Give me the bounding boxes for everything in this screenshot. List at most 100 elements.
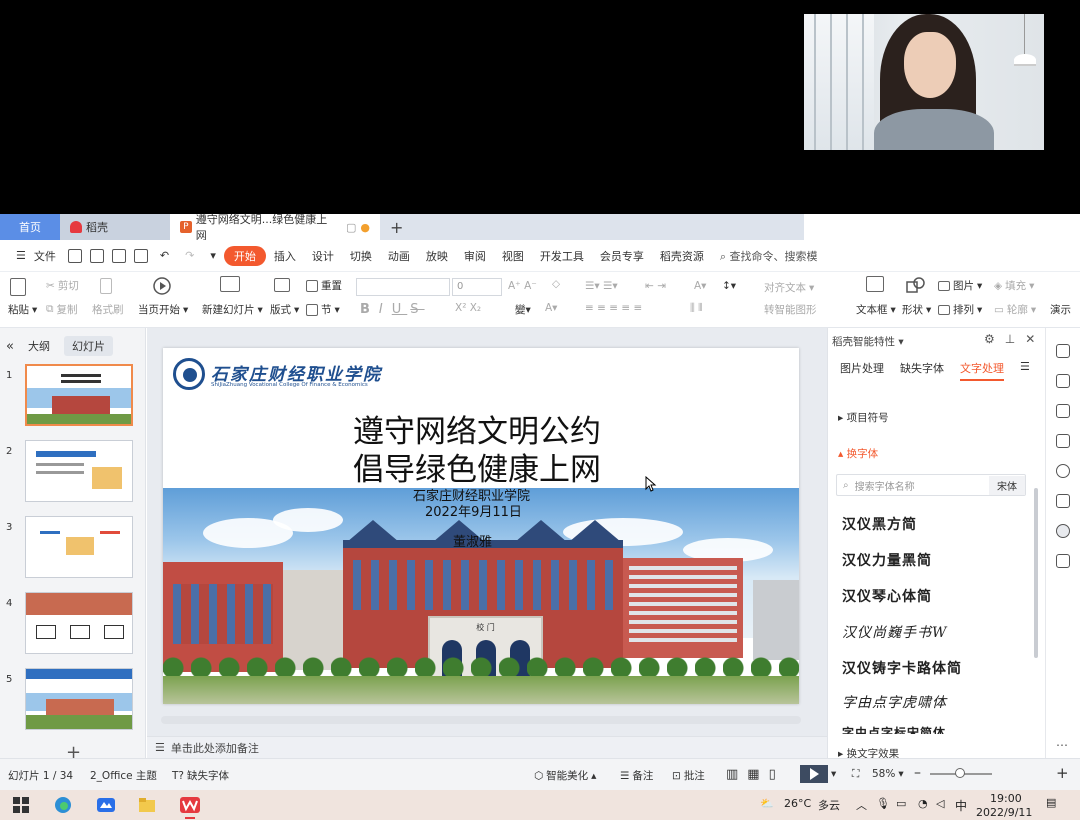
new-slide-icon[interactable] (220, 276, 240, 292)
cut-button[interactable]: ✂ 剪切 (46, 278, 79, 293)
zoom-in-button[interactable]: + (1056, 764, 1069, 782)
normal-view-icon[interactable]: ▥ (726, 767, 744, 782)
redo-icon[interactable]: ↷ (177, 249, 202, 262)
edge-browser-icon[interactable] (54, 796, 72, 814)
collapse-icon[interactable]: « (6, 339, 14, 354)
cube-icon[interactable] (1056, 554, 1070, 568)
line-spacing-icon[interactable]: ↕▾ (722, 280, 736, 292)
menu-vip[interactable]: 会员专享 (592, 248, 652, 264)
fill-button[interactable]: ◈ 填充 ▾ (994, 278, 1034, 293)
font-color-icon[interactable]: A▾ (545, 302, 557, 314)
panel-header[interactable]: 稻壳智能特性 ▾ (832, 334, 904, 349)
phonetic-icon[interactable]: 變▾ (515, 302, 531, 317)
tab-docer[interactable]: 稻壳 (60, 214, 170, 240)
notes-toggle[interactable]: ☰ 备注 (620, 768, 653, 783)
tray-expand-icon[interactable]: ︿ (856, 797, 867, 813)
menu-design[interactable]: 设计 (304, 248, 342, 264)
notification-icon[interactable]: ▤ (1046, 796, 1056, 809)
microphone-tray-icon[interactable]: 🎙 (876, 797, 890, 810)
tab-window-icon[interactable]: ▢ (346, 221, 356, 234)
tab-document[interactable]: P 遵守网络文明...绿色健康上网 ▢ ● (170, 213, 380, 242)
slideshow-button[interactable]: ▾ (800, 765, 836, 783)
clear-format-icon[interactable]: ◇ (552, 278, 560, 290)
missing-font-status[interactable]: T? 缺失字体 (172, 768, 229, 783)
image-icon[interactable] (1056, 494, 1070, 508)
slide-title-line2[interactable]: 倡导绿色健康上网 (163, 444, 799, 489)
slide-thumbnail-2[interactable] (25, 440, 133, 502)
indent-icon[interactable]: ⇤ ⇥ (645, 280, 666, 292)
font-option[interactable]: 汉仪铸字卡路体简 (842, 658, 962, 678)
tab-home[interactable]: 首页 (0, 214, 60, 240)
from-current-button[interactable]: 当页开始 ▾ (138, 302, 188, 317)
new-tab-button[interactable]: + (380, 214, 413, 240)
hamburger-icon[interactable]: ☰ (8, 249, 34, 262)
slide-date[interactable]: 2022年9月11日 (163, 501, 799, 520)
menu-view[interactable]: 视图 (494, 248, 532, 264)
menu-review[interactable]: 审阅 (456, 248, 494, 264)
settings-icon[interactable]: ⚙ (984, 332, 1005, 346)
font-family-select[interactable] (356, 278, 450, 296)
beautify-button[interactable]: ⬡ 智能美化 ▴ (534, 768, 596, 783)
layout-button[interactable]: 版式 ▾ (270, 302, 299, 317)
undo-icon[interactable]: ↶ (152, 249, 177, 262)
paragraph-align-group[interactable]: ≡ ≡ ≡ ≡ ≡ (585, 302, 642, 314)
arrange-button[interactable]: 排列 ▾ (938, 302, 982, 317)
weather-desc[interactable]: 多云 (818, 797, 840, 813)
outline-button[interactable]: ▭ 轮廓 ▾ (994, 302, 1036, 317)
wps-office-icon[interactable] (180, 796, 200, 814)
volume-icon[interactable]: ◁ (936, 797, 944, 810)
command-search[interactable]: ⌕ 查找命令、搜索模 (720, 248, 818, 264)
smart-icon[interactable] (1056, 524, 1070, 538)
file-explorer-icon[interactable] (138, 796, 156, 814)
align-text-button[interactable]: 对齐文本 ▾ (764, 280, 814, 295)
menu-insert[interactable]: 插入 (266, 248, 304, 264)
font-option[interactable]: 汉仪力量黑简 (842, 550, 932, 570)
close-icon[interactable]: ✕ (1025, 332, 1045, 346)
weather-temp[interactable]: 26°C (784, 797, 811, 810)
slide-author[interactable]: 董淑雅 (163, 531, 799, 550)
file-menu[interactable]: 文件 (34, 248, 64, 264)
new-slide-button[interactable]: 新建幻灯片 ▾ (202, 302, 263, 317)
menu-transition[interactable]: 切换 (342, 248, 380, 264)
more-icon[interactable]: ⋯ (1056, 738, 1068, 752)
tab-outline[interactable]: 大纲 (28, 338, 50, 354)
paste-button[interactable]: 粘贴 ▾ (8, 302, 37, 317)
copy-button[interactable]: ⧉ 复制 (46, 302, 78, 317)
font-search-input[interactable]: ⌕ 搜索字体名称 宋体 (836, 474, 1026, 496)
help-icon[interactable] (1056, 464, 1070, 478)
print-preview-icon[interactable] (133, 248, 148, 263)
textbox-button[interactable]: 文本框 ▾ (856, 302, 896, 317)
slide-thumbnail-4[interactable] (25, 592, 133, 654)
adjust-icon[interactable] (1056, 374, 1070, 388)
play-from-current-icon[interactable] (152, 276, 172, 296)
clock-time[interactable]: 19:00 (990, 792, 1022, 805)
smart-shape-button[interactable]: 转智能图形 (764, 302, 817, 317)
layout-icon[interactable] (274, 278, 290, 292)
more-button[interactable]: 演示 (1050, 302, 1071, 317)
column-icon[interactable]: ⫼ ⫴ (690, 302, 703, 315)
slide-thumbnail-1[interactable] (25, 364, 133, 426)
reset-button[interactable]: 重置 (306, 278, 342, 293)
clock-date[interactable]: 2022/9/11 (976, 806, 1032, 819)
shape-icon[interactable] (906, 276, 926, 294)
font-option[interactable]: 字由点字虎啸体 (842, 692, 947, 712)
current-font[interactable]: 宋体 (989, 475, 1025, 495)
notes-area[interactable]: ☰ 单击此处添加备注 (147, 736, 827, 758)
textbox-icon[interactable] (866, 276, 884, 292)
font-option[interactable]: 字由点字标宋简体 (842, 724, 946, 734)
change-font-section[interactable]: ▴ 换字体 (838, 446, 878, 461)
font-size-select[interactable]: 0 (452, 278, 502, 296)
slide-thumbnail-3[interactable] (25, 516, 133, 578)
slide-thumbnail-5[interactable] (25, 668, 133, 730)
comment-toggle[interactable]: ⊡ 批注 (672, 768, 705, 783)
sorter-view-icon[interactable]: ▦ (747, 767, 765, 782)
zoom-level[interactable]: 58% ▾ (872, 768, 904, 780)
battery-icon[interactable]: ▭ (896, 797, 906, 810)
zoom-out-button[interactable]: – (914, 765, 921, 781)
view-mode-group[interactable]: ▥ ▦ ▯ (726, 767, 782, 782)
menu-icon[interactable]: ☰ (1020, 360, 1030, 381)
ime-indicator[interactable]: 中 (955, 797, 967, 814)
panel-scrollbar[interactable] (1034, 488, 1038, 658)
windows-start-icon[interactable] (12, 796, 30, 814)
superscript-icon[interactable]: X² X₂ (455, 302, 481, 314)
